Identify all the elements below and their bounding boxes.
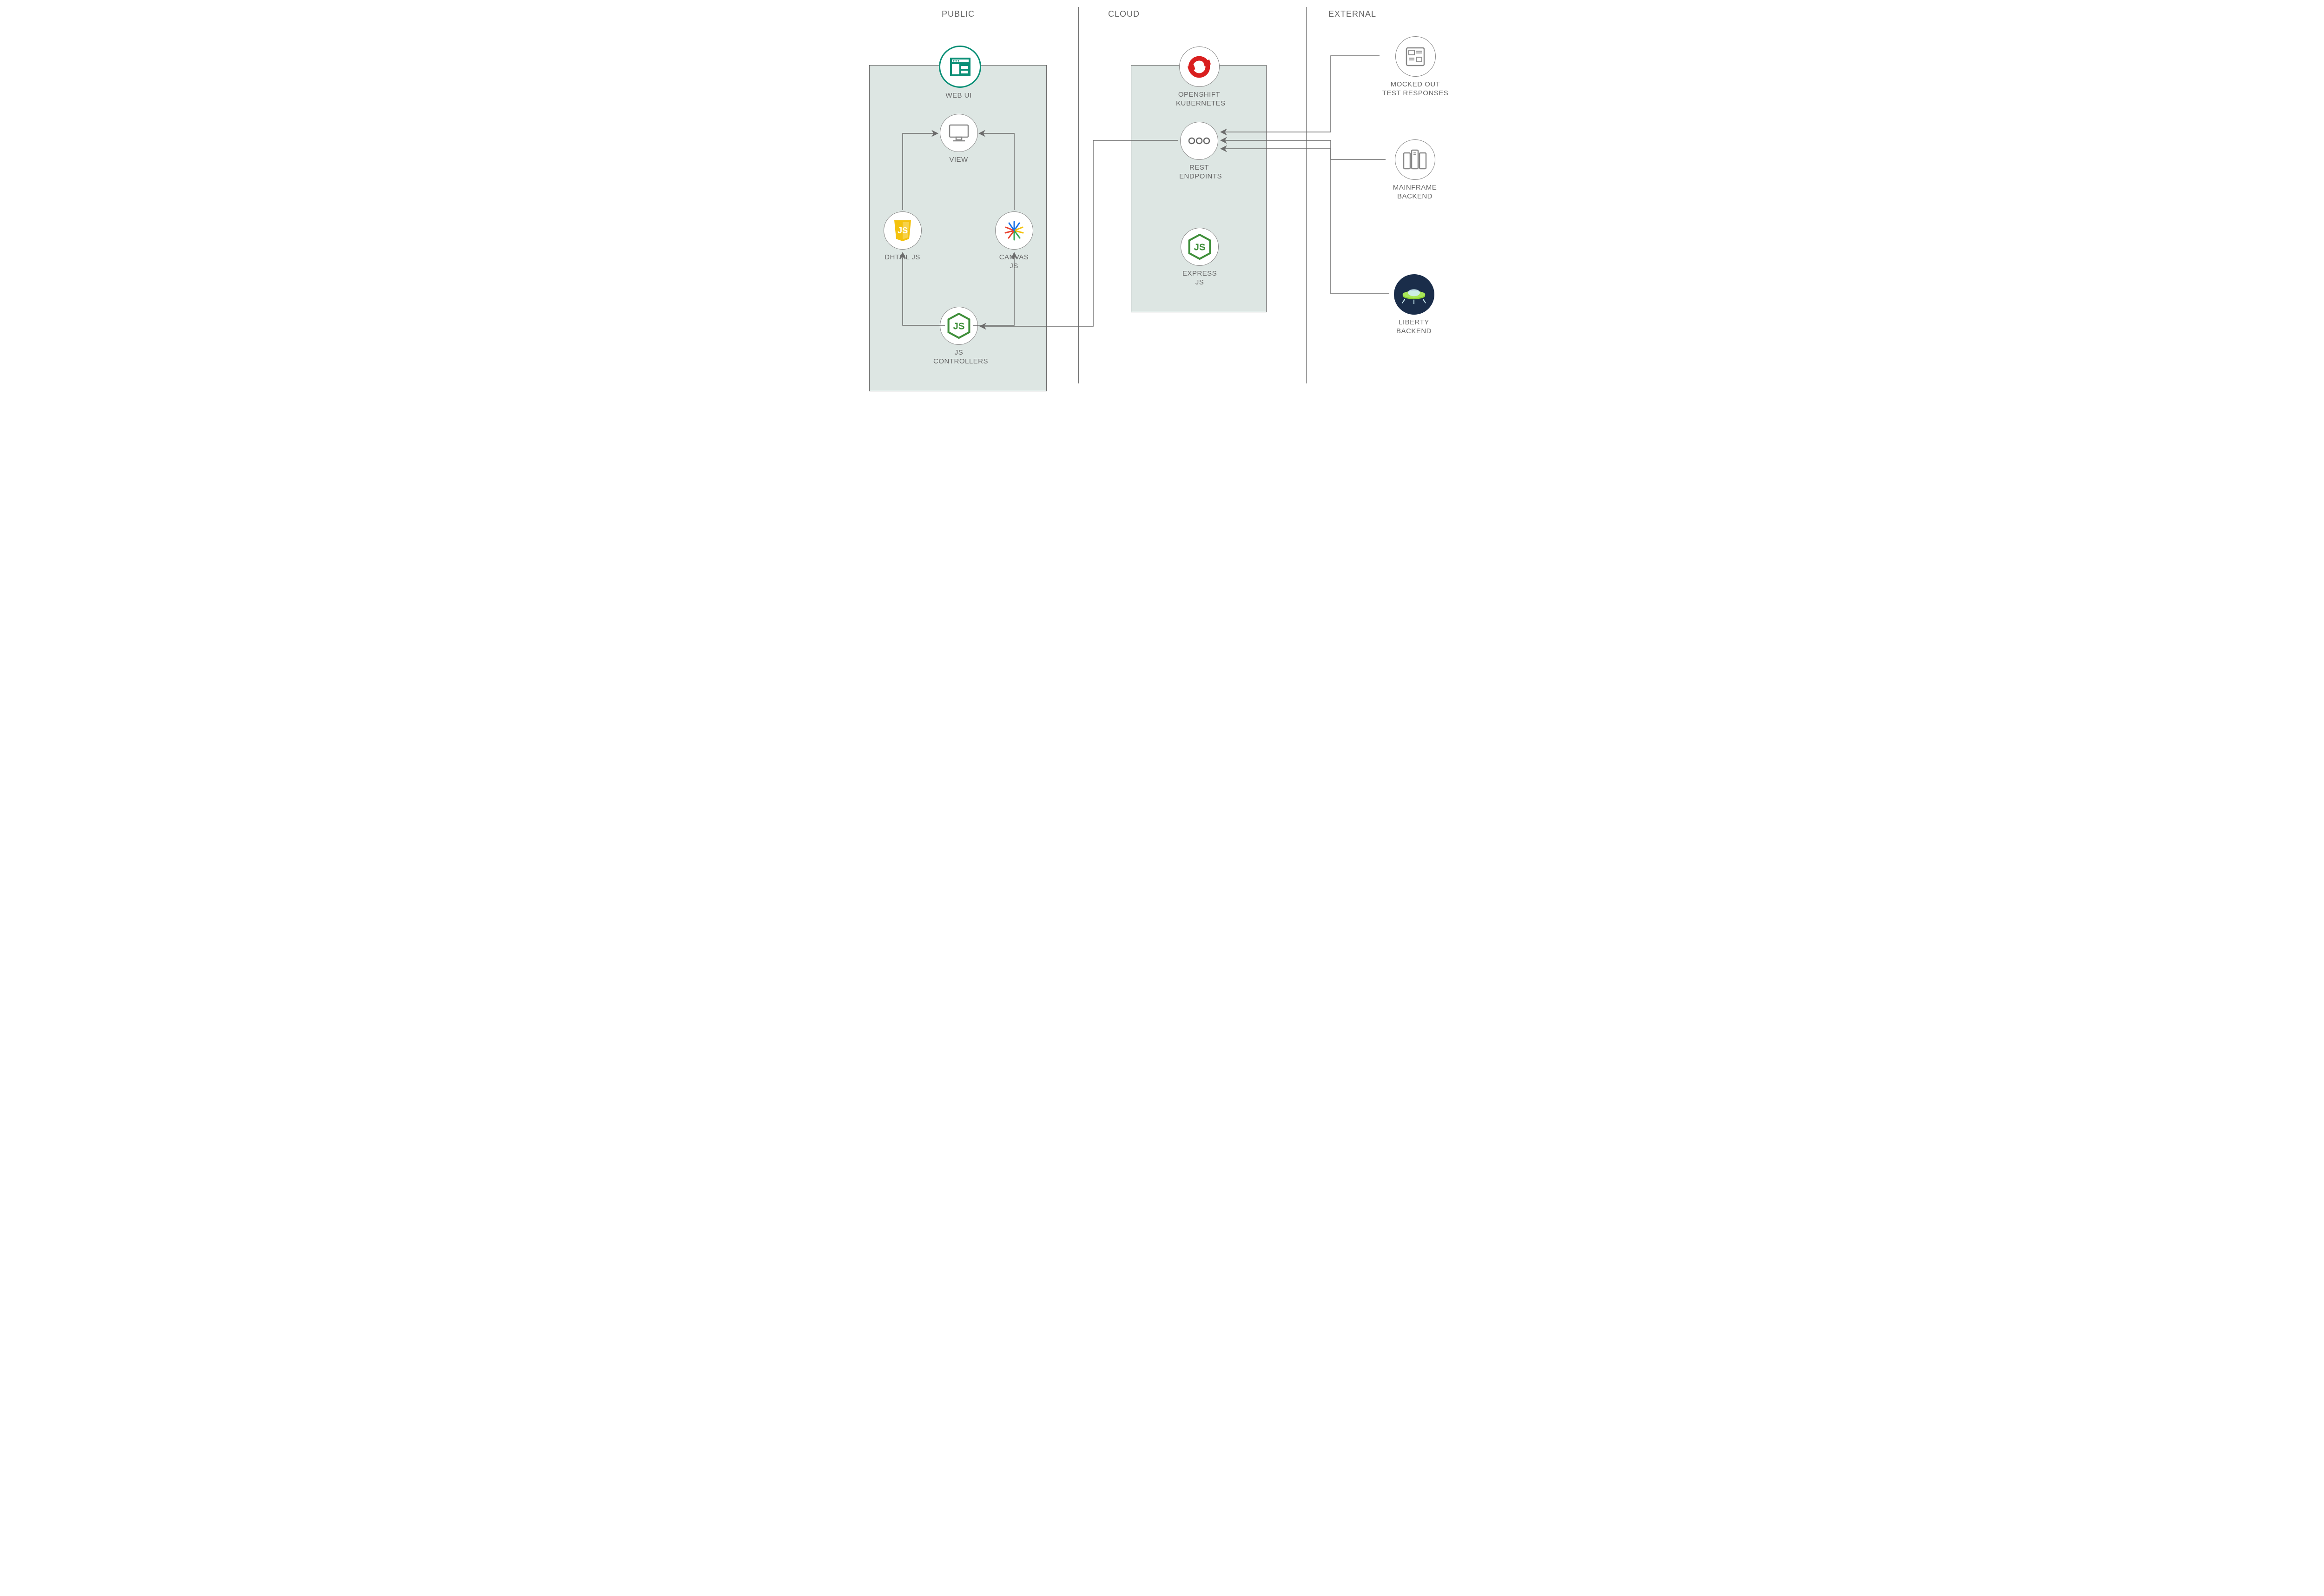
diagram-stage: PUBLIC CLOUD EXTERNAL WEB UI VIEW bbox=[813, 0, 1511, 404]
connectors bbox=[813, 0, 1511, 404]
